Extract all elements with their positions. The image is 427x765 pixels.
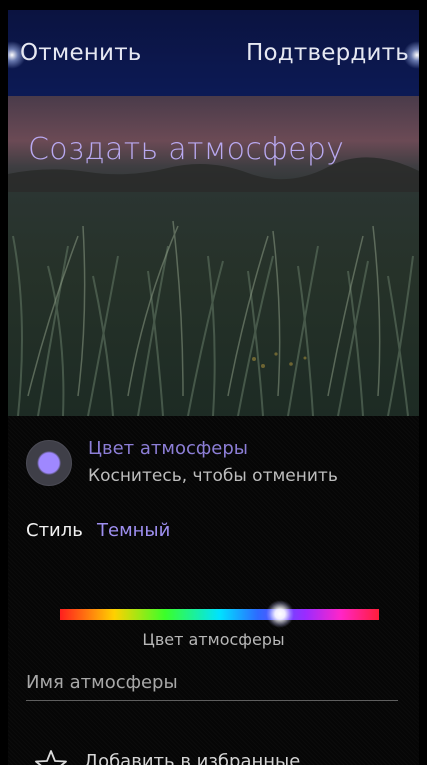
cancel-button[interactable]: Отменить <box>20 40 142 66</box>
ambience-name-input[interactable] <box>26 666 398 698</box>
color-slider[interactable] <box>60 609 379 620</box>
add-to-favorites-button[interactable]: Добавить в избранные <box>34 749 394 765</box>
page-title: Создать атмосферу <box>28 132 345 167</box>
ambience-color-label[interactable]: Цвет атмосферы <box>88 438 248 459</box>
ambience-background-image: Создать атмосферу <box>8 96 419 416</box>
ambience-color-swatch[interactable] <box>26 440 72 486</box>
ambience-name-field <box>26 666 398 701</box>
add-to-favorites-label: Добавить в избранные <box>84 751 301 765</box>
confirm-button[interactable]: Подтвердить <box>246 40 409 66</box>
dialog: Отменить Подтвердить Создать атмосферу Ц… <box>8 10 419 765</box>
tap-to-cancel-hint: Коснитесь, чтобы отменить <box>88 466 338 486</box>
screen: Отменить Подтвердить Создать атмосферу Ц… <box>0 0 427 765</box>
star-outline-icon <box>35 750 67 765</box>
style-selector[interactable]: Темный <box>97 520 170 541</box>
color-slider-caption: Цвет атмосферы <box>142 630 285 649</box>
color-slider-handle[interactable] <box>266 600 295 628</box>
settings-panel: Цвет атмосферы Коснитесь, чтобы отменить… <box>8 416 419 765</box>
dialog-header: Отменить Подтвердить <box>8 10 419 96</box>
style-label: Стиль <box>26 520 83 541</box>
